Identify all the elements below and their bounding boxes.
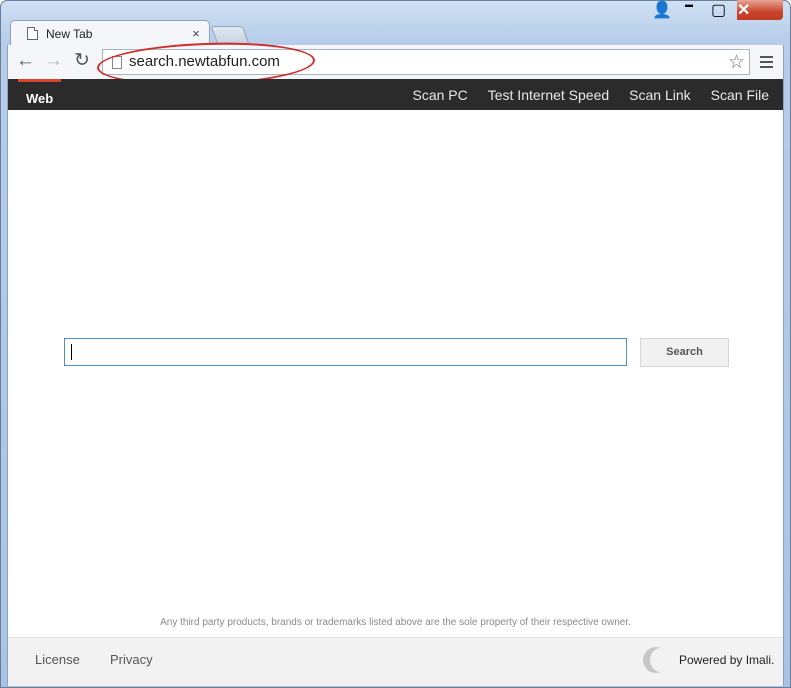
back-arrow-icon[interactable]: ← bbox=[16, 51, 35, 70]
imali-logo-icon bbox=[643, 647, 669, 673]
nav-links: Scan PC Test Internet Speed Scan Link Sc… bbox=[392, 79, 769, 110]
tab-close-icon[interactable]: × bbox=[189, 26, 203, 41]
search-button[interactable]: Search bbox=[640, 338, 729, 367]
user-icon: 👤 bbox=[652, 2, 672, 19]
maximize-icon: ▢ bbox=[711, 2, 727, 19]
forward-arrow-icon[interactable]: → bbox=[44, 51, 63, 70]
nav-web[interactable]: Web bbox=[18, 79, 62, 110]
nav-scan-pc[interactable]: Scan PC bbox=[412, 87, 467, 103]
nav-scan-link[interactable]: Scan Link bbox=[629, 87, 690, 103]
nav-test-internet-speed[interactable]: Test Internet Speed bbox=[488, 87, 609, 103]
powered-by-text[interactable]: Powered by Imali. bbox=[679, 653, 774, 667]
page-content: Web Scan PC Test Internet Speed Scan Lin… bbox=[7, 79, 784, 686]
minimize-icon: ▬ bbox=[685, 0, 693, 9]
disclaimer-text: Any third party products, brands or trad… bbox=[160, 617, 631, 628]
footer-license-link[interactable]: License bbox=[35, 652, 80, 667]
menu-icon[interactable] bbox=[760, 56, 773, 71]
nav-scan-file[interactable]: Scan File bbox=[711, 87, 769, 103]
maximize-button[interactable]: ▢ bbox=[711, 0, 737, 20]
tab-new-tab[interactable]: New Tab × bbox=[10, 20, 210, 46]
footer-privacy-link[interactable]: Privacy bbox=[110, 652, 153, 667]
bookmark-star-icon[interactable]: ☆ bbox=[728, 51, 745, 74]
text-caret bbox=[71, 344, 72, 360]
close-icon: ✕ bbox=[737, 2, 751, 19]
window-close-button[interactable]: ✕ bbox=[737, 0, 783, 20]
top-navigation: Web Scan PC Test Internet Speed Scan Lin… bbox=[8, 79, 783, 110]
user-profile-button[interactable]: 👤 bbox=[652, 0, 679, 20]
minimize-button[interactable]: ▬ bbox=[685, 0, 712, 20]
page-icon bbox=[27, 27, 38, 40]
footer: License Privacy Powered by Imali. bbox=[8, 637, 783, 686]
new-tab-button[interactable] bbox=[210, 26, 250, 44]
search-input[interactable] bbox=[64, 338, 627, 366]
reload-icon[interactable]: ↻ bbox=[74, 51, 90, 70]
tab-title: New Tab bbox=[46, 26, 93, 41]
